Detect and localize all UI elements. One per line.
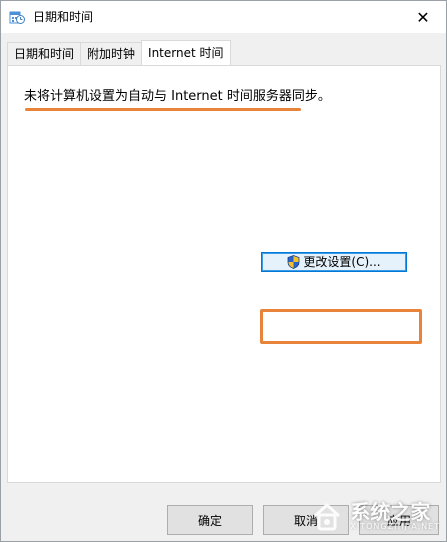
ok-button[interactable]: 确定 bbox=[167, 505, 253, 535]
annotation-highlight-box bbox=[260, 309, 422, 344]
close-icon: ✕ bbox=[416, 7, 430, 27]
change-settings-label: 更改设置(C)... bbox=[303, 255, 381, 269]
date-time-app-icon bbox=[9, 11, 25, 24]
change-settings-button[interactable]: 更改设置(C)... bbox=[261, 252, 407, 272]
internet-time-panel: 未将计算机设置为自动与 Internet 时间服务器同步。 bbox=[7, 65, 441, 483]
tab-internet-time[interactable]: Internet 时间 bbox=[141, 40, 231, 65]
cancel-button[interactable]: 取消 bbox=[263, 505, 349, 535]
tab-strip: 日期和时间 附加时钟 Internet 时间 bbox=[7, 40, 231, 65]
close-button[interactable]: ✕ bbox=[400, 1, 446, 33]
title-bar: 日期和时间 ✕ bbox=[1, 1, 446, 33]
uac-shield-icon bbox=[288, 255, 300, 269]
annotation-underline bbox=[25, 108, 301, 111]
tab-date-and-time[interactable]: 日期和时间 bbox=[7, 42, 82, 65]
sync-status-text: 未将计算机设置为自动与 Internet 时间服务器同步。 bbox=[24, 89, 331, 104]
apply-button[interactable]: 应用 bbox=[359, 505, 439, 535]
date-time-dialog: 日期和时间 ✕ 日期和时间 附加时钟 Internet 时间 未将计算机设置为自… bbox=[0, 0, 447, 542]
window-title: 日期和时间 bbox=[33, 10, 94, 24]
dialog-footer: 确定 取消 应用 bbox=[1, 485, 446, 541]
tab-additional-clocks[interactable]: 附加时钟 bbox=[80, 42, 143, 65]
